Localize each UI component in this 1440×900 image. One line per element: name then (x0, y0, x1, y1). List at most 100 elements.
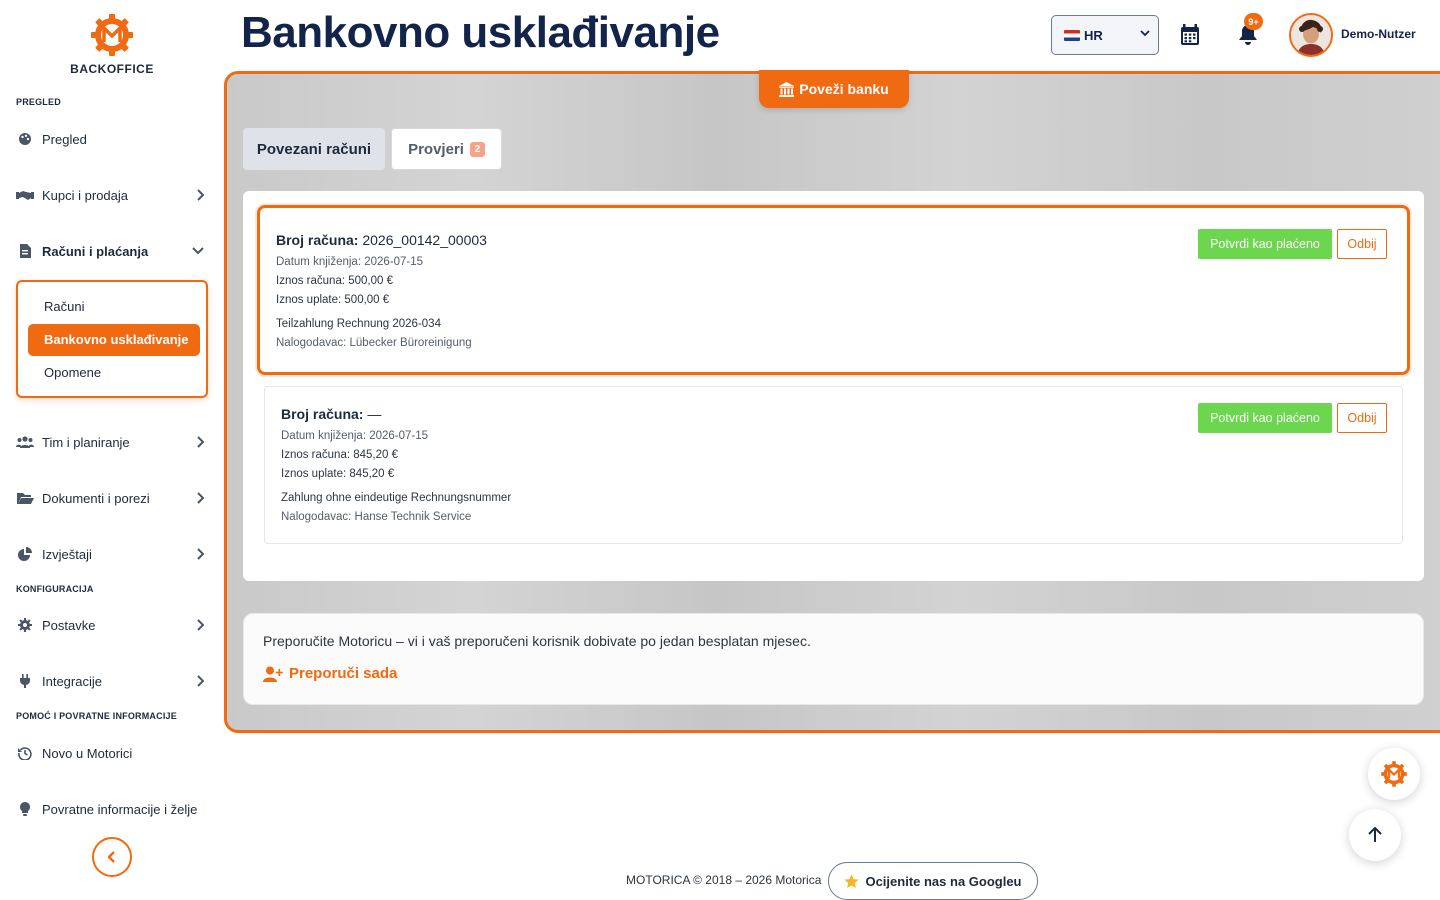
section-label-configuration: KONFIGURACIJA (16, 584, 94, 594)
sidebar-item-invoices-payments[interactable]: Računi i plaćanja (16, 237, 208, 265)
payment-amount: Iznos uplate: 500,00 € (276, 294, 390, 306)
sidebar-item-label: Pregled (42, 131, 87, 147)
sidebar-item-team-planning[interactable]: Tim i planiranje (16, 428, 208, 456)
referral-card: Preporučite Motoricu – vi i vaš preporuč… (243, 613, 1424, 705)
sidebar-item-label: Postavke (42, 617, 96, 633)
chevron-down-icon (1140, 30, 1150, 37)
sidebar-item-label: Računi i plaćanja (42, 243, 149, 259)
chevron-right-icon (197, 675, 204, 687)
invoices-submenu: Računi Bankovno usklađivanje Opomene (16, 280, 208, 398)
footer-copyright: MOTORICA © 2018 – 2026 Motorica (626, 873, 822, 887)
reconciliation-list: Broj računa: 2026_00142_00003 Datum knji… (243, 191, 1424, 581)
tab-review[interactable]: Provjeri 2 (391, 128, 502, 170)
sidebar-item-label: Novo u Motorici (42, 745, 133, 761)
avatar[interactable] (1289, 13, 1333, 57)
arrow-up-icon (1368, 827, 1382, 842)
sidebar-item-label: Kupci i prodaja (42, 187, 128, 203)
history-icon (16, 746, 34, 760)
tab-connected-accounts[interactable]: Povezani računi (243, 128, 385, 170)
calendar-icon (1181, 24, 1199, 45)
handshake-icon (16, 188, 34, 202)
submenu-item-invoices[interactable]: Računi (28, 291, 200, 323)
sidebar: BACKOFFICE PREGLED Pregled Kupci i proda… (0, 0, 224, 900)
gear-icon (16, 618, 34, 632)
sidebar-item-settings[interactable]: Postavke (16, 611, 208, 639)
tab-label: Provjeri (408, 140, 464, 158)
user-name[interactable]: Demo-Nutzer (1341, 27, 1416, 41)
invoice-number-value: — (367, 406, 382, 422)
sidebar-item-label: Integracije (42, 673, 102, 689)
motorica-logo-icon (91, 14, 133, 56)
booking-date: Datum knjiženja: 2026-07-15 (276, 256, 424, 268)
sidebar-item-customers-sales[interactable]: Kupci i prodaja (16, 181, 208, 209)
language-value: HR (1084, 27, 1103, 43)
review-count-badge: 2 (469, 141, 485, 157)
referral-text: Preporučite Motoricu – vi i vaš preporuč… (263, 633, 811, 649)
payer: Nalogodavac: Lübecker Büroreinigung (276, 337, 472, 349)
croatia-flag-icon (1064, 29, 1080, 41)
chevron-right-icon (197, 619, 204, 631)
reject-button[interactable]: Odbij (1337, 229, 1387, 259)
sidebar-item-feedback[interactable]: Povratne informacije i želje (16, 795, 208, 823)
payment-reference: Teilzahlung Rechnung 2026-034 (276, 318, 441, 330)
connect-bank-button[interactable]: Poveži banku (759, 70, 909, 108)
bank-icon (779, 81, 795, 97)
section-label-overview: PREGLED (16, 97, 61, 107)
palette-icon (16, 132, 34, 146)
rate-label: Ocijenite nas na Googleu (865, 873, 1022, 889)
lightbulb-icon (16, 802, 34, 816)
sidebar-item-integrations[interactable]: Integracije (16, 667, 208, 695)
sidebar-item-label: Tim i planiranje (42, 434, 130, 450)
plug-icon (16, 674, 34, 688)
scroll-to-top-button[interactable] (1349, 809, 1401, 861)
chevron-right-icon (197, 548, 204, 560)
invoice-number-value: 2026_00142_00003 (362, 232, 487, 248)
sidebar-item-documents-taxes[interactable]: Dokumenti i porezi (16, 484, 208, 512)
logo[interactable]: BACKOFFICE (0, 12, 224, 76)
confirm-paid-button[interactable]: Potvrdi kao plaćeno (1198, 403, 1332, 433)
invoice-number: Broj računa: 2026_00142_00003 (276, 232, 487, 248)
invoice-icon (16, 244, 34, 258)
calendar-button[interactable] (1180, 24, 1200, 51)
invoice-amount: Iznos računa: 500,00 € (276, 275, 393, 287)
page-title: Bankovno usklađivanje (241, 8, 720, 57)
submenu-item-reminders[interactable]: Opomene (28, 357, 200, 389)
invoice-amount: Iznos računa: 845,20 € (281, 449, 398, 461)
sidebar-item-reports[interactable]: Izvještaji (16, 540, 208, 568)
rate-on-google-button[interactable]: Ocijenite nas na Googleu (828, 862, 1038, 900)
language-select[interactable]: HR (1051, 15, 1159, 55)
invoice-number: Broj računa: — (281, 406, 381, 422)
pie-chart-icon (16, 547, 34, 561)
collapse-sidebar-button[interactable] (92, 837, 132, 877)
chevron-right-icon (197, 189, 204, 201)
sidebar-item-overview[interactable]: Pregled (16, 125, 208, 153)
user-avatar-icon (1291, 15, 1331, 55)
connect-bank-label: Poveži banku (799, 81, 889, 97)
chevron-right-icon (197, 492, 204, 504)
submenu-item-bank-reconciliation[interactable]: Bankovno usklađivanje (28, 324, 200, 356)
users-icon (16, 435, 34, 449)
notification-count-badge: 9+ (1244, 13, 1263, 30)
list-item: Broj računa: 2026_00142_00003 Datum knji… (257, 205, 1410, 375)
refer-now-label: Preporuči sada (289, 665, 398, 682)
payment-amount: Iznos uplate: 845,20 € (281, 468, 395, 480)
motorica-assistant-button[interactable] (1368, 748, 1420, 800)
chevron-left-icon (108, 851, 115, 863)
sidebar-item-label: Izvještaji (42, 546, 92, 562)
user-plus-icon (263, 666, 283, 682)
payment-reference: Zahlung ohne eindeutige Rechnungsnummer (281, 492, 512, 504)
confirm-paid-button[interactable]: Potvrdi kao plaćeno (1198, 229, 1332, 259)
reject-button[interactable]: Odbij (1337, 403, 1387, 433)
invoice-number-label: Broj računa: (276, 232, 359, 248)
tab-label: Povezani računi (256, 140, 372, 158)
payer: Nalogodavac: Hanse Technik Service (281, 511, 472, 523)
sidebar-item-label: Povratne informacije i želje (42, 801, 198, 817)
refer-now-link[interactable]: Preporuči sada (263, 665, 397, 682)
chevron-down-icon (192, 247, 204, 255)
sidebar-item-new-in-motorica[interactable]: Novo u Motorici (16, 739, 208, 767)
section-label-help: POMOĆ I POVRATNE INFORMACIJE (16, 711, 177, 721)
logo-text: BACKOFFICE (70, 62, 154, 76)
invoice-number-label: Broj računa: (281, 406, 364, 422)
sidebar-item-label: Dokumenti i porezi (42, 490, 150, 506)
motorica-gear-icon (1381, 761, 1407, 787)
